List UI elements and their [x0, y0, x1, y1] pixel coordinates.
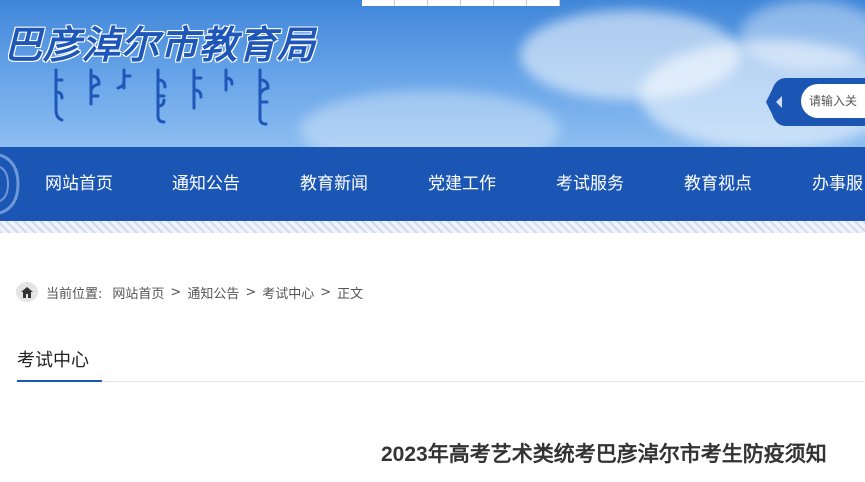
nav-item-party-work[interactable]: 党建工作: [428, 147, 496, 221]
nav-item-exam-services[interactable]: 考试服务: [556, 147, 624, 221]
breadcrumb-notices[interactable]: 通知公告: [187, 283, 239, 302]
nav-item-education-views[interactable]: 教育视点: [684, 147, 752, 221]
main-nav: 网站首页 通知公告 教育新闻 党建工作 考试服务 教育视点 办事服: [0, 147, 865, 221]
utility-tab[interactable]: [461, 0, 494, 6]
utility-tab[interactable]: [494, 0, 527, 6]
breadcrumb-exam-center[interactable]: 考试中心: [262, 283, 314, 302]
cloud-decoration: [300, 90, 560, 147]
breadcrumb-home[interactable]: 网站首页: [112, 283, 164, 302]
mongolian-script-logo: [54, 68, 270, 126]
site-banner: 巴彦淖尔市教育局: [0, 0, 865, 147]
section-tab-underline: [17, 380, 102, 382]
utility-tab[interactable]: [362, 0, 395, 6]
breadcrumb-prefix: 当前位置:: [46, 286, 103, 302]
nav-item-education-news[interactable]: 教育新闻: [300, 147, 368, 221]
top-utility-tabs: [362, 0, 560, 6]
home-icon[interactable]: [16, 282, 38, 302]
breadcrumb-separator: >: [320, 284, 332, 300]
breadcrumb-separator: >: [170, 284, 182, 300]
nav-pattern-strip: [0, 221, 865, 233]
breadcrumb-current: 正文: [337, 286, 364, 302]
utility-tab[interactable]: [395, 0, 428, 6]
breadcrumb-separator: >: [245, 284, 257, 300]
utility-tab[interactable]: [527, 0, 560, 6]
site-title: 巴彦淖尔市教育局: [4, 22, 317, 67]
section-divider: [17, 381, 865, 382]
search-input[interactable]: [801, 84, 865, 118]
utility-tab[interactable]: [428, 0, 461, 6]
nav-item-services[interactable]: 办事服: [812, 147, 863, 221]
nav-item-notices[interactable]: 通知公告: [172, 147, 240, 221]
breadcrumb: 当前位置: 网站首页 > 通知公告 > 考试中心 > 正文: [16, 282, 363, 302]
section-tab-exam-center[interactable]: 考试中心: [17, 346, 89, 372]
article-title: 2023年高考艺术类统考巴彦淖尔市考生防疫须知: [381, 443, 827, 466]
search-box: [766, 76, 865, 128]
nav-ornament-icon: [0, 153, 20, 215]
nav-item-home[interactable]: 网站首页: [45, 147, 113, 221]
